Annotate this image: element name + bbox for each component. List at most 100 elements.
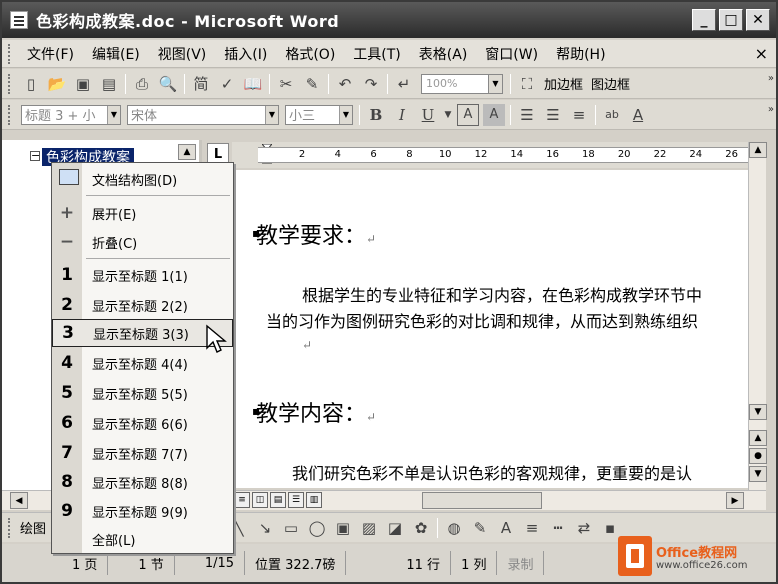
print-icon[interactable]: ⎙ [131, 73, 153, 95]
dash-style-icon[interactable]: ┅ [547, 517, 569, 539]
menu-edit[interactable]: 编辑(E) [83, 44, 149, 64]
simplified-chinese-icon[interactable]: 简 [190, 73, 212, 95]
textbox-icon[interactable]: ▣ [332, 517, 354, 539]
font-color-icon[interactable]: A [495, 517, 517, 539]
picture-icon[interactable]: ▨ [358, 517, 380, 539]
chevron-down-icon[interactable]: ▼ [265, 105, 278, 124]
reading-view-icon[interactable]: ▥ [306, 492, 322, 508]
italic-icon[interactable]: I [391, 104, 413, 126]
line-style-icon[interactable]: ≡ [521, 517, 543, 539]
redo-icon[interactable]: ↷ [360, 73, 382, 95]
menubar-grip[interactable] [8, 43, 12, 64]
toolbar-options-icon[interactable]: » [768, 73, 774, 84]
font-size-select[interactable]: 小三 ▼ [285, 104, 353, 125]
chevron-down-icon[interactable]: ▼ [443, 104, 453, 126]
cut-icon[interactable]: ✂ [275, 73, 297, 95]
chevron-down-icon[interactable]: ▼ [488, 74, 502, 93]
document-area[interactable]: 教学要求：↵ 根据学生的专业特征和学习内容，在色彩构成教学环节中 当的习作为图例… [232, 170, 748, 488]
menu-tools[interactable]: 工具(T) [344, 44, 409, 64]
permission-icon[interactable]: ▤ [98, 73, 120, 95]
menu-item-expand[interactable]: + 展开(E) [52, 199, 233, 227]
highlight-icon[interactable]: ab [601, 104, 623, 126]
underline-icon[interactable]: U [417, 104, 439, 126]
menu-format[interactable]: 格式(O) [276, 44, 344, 64]
font-select[interactable]: 宋体 ▼ [127, 104, 279, 125]
clipart-icon[interactable]: ✿ [410, 517, 432, 539]
menu-item-all[interactable]: 全部(L) [52, 525, 233, 553]
menu-item-document-map[interactable]: 文档结构图(D) [52, 165, 233, 193]
fill-color-icon[interactable]: ◍ [443, 517, 465, 539]
print-preview-icon[interactable]: 🔍 [157, 73, 179, 95]
undo-icon[interactable]: ↶ [334, 73, 356, 95]
show-hide-marks-icon[interactable]: ↵ [393, 73, 415, 95]
char-shading-icon[interactable]: A [483, 103, 505, 126]
toolbar-grip[interactable] [8, 73, 12, 94]
toolbar-grip[interactable] [8, 104, 12, 125]
select-browse-object-icon[interactable]: ● [749, 448, 767, 464]
spelling-icon[interactable]: ✓ [216, 73, 238, 95]
line-color-icon[interactable]: ✎ [469, 517, 491, 539]
menu-item-level-2[interactable]: 2 显示至标题 2(2) [52, 291, 233, 319]
research-icon[interactable]: 📖 [242, 73, 264, 95]
open-folder-icon[interactable]: 📂 [46, 73, 68, 95]
scroll-up-icon[interactable]: ▲ [749, 142, 767, 158]
prev-page-icon[interactable]: ▲ [749, 430, 767, 446]
scroll-right-icon[interactable]: ▶ [726, 492, 744, 509]
scroll-left-icon[interactable]: ◀ [10, 492, 28, 509]
chevron-down-icon[interactable]: ▼ [339, 105, 352, 124]
toolbar-grip[interactable] [8, 517, 12, 538]
menu-item-level-8[interactable]: 8 显示至标题 8(8) [52, 468, 233, 496]
menu-window[interactable]: 窗口(W) [476, 44, 547, 64]
close-button[interactable]: ✕ [746, 9, 770, 31]
menu-item-level-9[interactable]: 9 显示至标题 9(9) [52, 497, 233, 525]
scroll-down-icon[interactable]: ▼ [749, 404, 767, 420]
menu-item-level-1[interactable]: 1 显示至标题 1(1) [52, 261, 233, 289]
menu-view[interactable]: 视图(V) [149, 44, 216, 64]
char-border-icon[interactable]: A [457, 103, 479, 126]
chevron-down-icon[interactable]: ▼ [107, 105, 120, 124]
maximize-button[interactable]: □ [719, 9, 743, 31]
line-spacing-icon[interactable]: ≡ [568, 104, 590, 126]
wordart-icon[interactable]: ◪ [384, 517, 406, 539]
menu-insert[interactable]: 插入(I) [215, 44, 276, 64]
arrow-icon[interactable]: ↘ [254, 517, 276, 539]
next-page-icon[interactable]: ▼ [749, 466, 767, 482]
docmap-scroll-up-icon[interactable]: ▲ [178, 144, 196, 160]
scroll-thumb[interactable] [422, 492, 542, 509]
close-document-icon[interactable]: × [755, 44, 768, 63]
menu-help[interactable]: 帮助(H) [547, 44, 614, 64]
collapse-icon[interactable]: − [30, 150, 40, 161]
outline-view-icon[interactable]: ☰ [288, 492, 304, 508]
menu-file[interactable]: 文件(F) [18, 44, 83, 64]
figure-border-button[interactable]: 图边框 [591, 74, 630, 93]
bold-icon[interactable]: B [365, 104, 387, 126]
normal-view-icon[interactable]: ≡ [234, 492, 250, 508]
add-border-button[interactable]: 加边框 [544, 74, 583, 93]
org-chart-icon[interactable]: ⛶ [516, 73, 538, 95]
new-document-icon[interactable]: ▯ [20, 73, 42, 95]
arrow-style-icon[interactable]: ⇄ [573, 517, 595, 539]
menu-item-level-5[interactable]: 5 显示至标题 5(5) [52, 379, 233, 407]
align-justify-icon[interactable]: ☰ [516, 104, 538, 126]
rectangle-icon[interactable]: ▭ [280, 517, 302, 539]
vertical-scrollbar[interactable]: ▲ ▼ ▲ ● ▼ [748, 142, 767, 490]
status-record[interactable]: 录制 [497, 551, 545, 575]
minimize-button[interactable]: _ [692, 9, 716, 31]
save-icon[interactable]: ▣ [72, 73, 94, 95]
menu-item-collapse[interactable]: − 折叠(C) [52, 228, 233, 256]
ruler-scale[interactable]: 2 4 6 8 10 12 14 16 18 20 22 24 26 [258, 147, 748, 163]
menu-item-level-6[interactable]: 6 显示至标题 6(6) [52, 409, 233, 437]
zoom-select[interactable]: 100% ▼ [421, 73, 503, 94]
print-view-icon[interactable]: ▤ [270, 492, 286, 508]
style-select[interactable]: 标题 3 + 小 ▼ [21, 104, 121, 125]
draw-menu-button[interactable]: 绘图 [20, 518, 46, 537]
distribute-icon[interactable]: ☰ [542, 104, 564, 126]
menu-table[interactable]: 表格(A) [410, 44, 477, 64]
web-view-icon[interactable]: ◫ [252, 492, 268, 508]
oval-icon[interactable]: ◯ [306, 517, 328, 539]
menu-item-level-7[interactable]: 7 显示至标题 7(7) [52, 439, 233, 467]
toolbar-options-icon[interactable]: » [768, 104, 774, 115]
word-doc-icon[interactable] [10, 11, 28, 29]
font-color-icon[interactable]: A [627, 104, 649, 126]
format-painter-icon[interactable]: ✎ [301, 73, 323, 95]
